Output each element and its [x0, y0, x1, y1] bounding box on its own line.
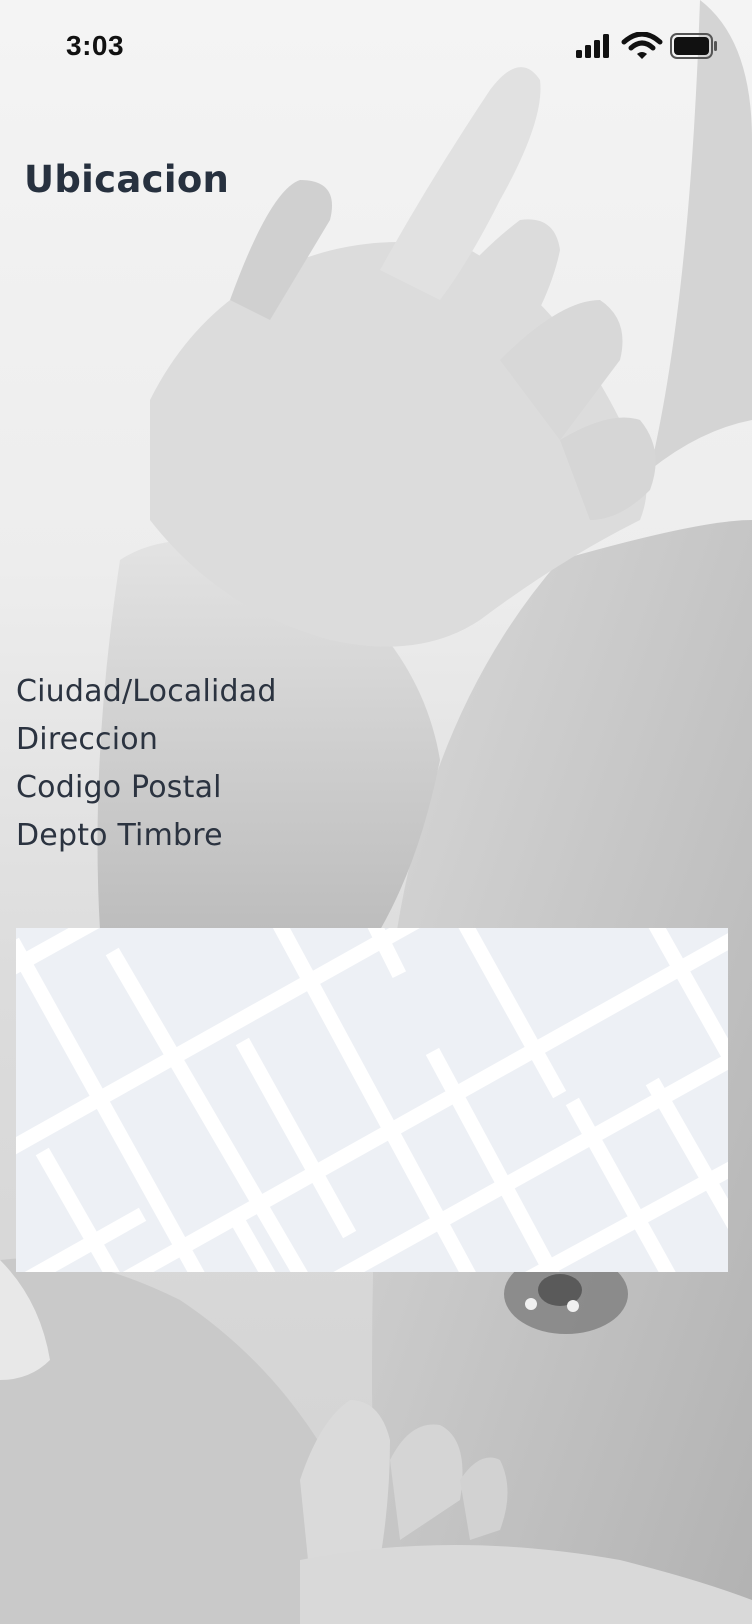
page-title: Ubicacion [24, 158, 230, 201]
city-field[interactable]: Ciudad/Localidad [16, 668, 277, 716]
status-bar: 3:03 [0, 0, 752, 94]
cellular-signal-icon [576, 34, 609, 58]
status-time: 3:03 [66, 30, 125, 61]
status-icons [576, 32, 718, 60]
postal-code-field[interactable]: Codigo Postal [16, 764, 277, 812]
battery-icon [670, 33, 717, 59]
address-field-list: Ciudad/Localidad Direccion Codigo Postal… [16, 668, 277, 860]
map-view[interactable] [16, 928, 728, 1272]
wifi-icon [621, 32, 663, 59]
map-streets [16, 928, 728, 1272]
apartment-doorbell-field[interactable]: Depto Timbre [16, 812, 277, 860]
address-field[interactable]: Direccion [16, 716, 277, 764]
